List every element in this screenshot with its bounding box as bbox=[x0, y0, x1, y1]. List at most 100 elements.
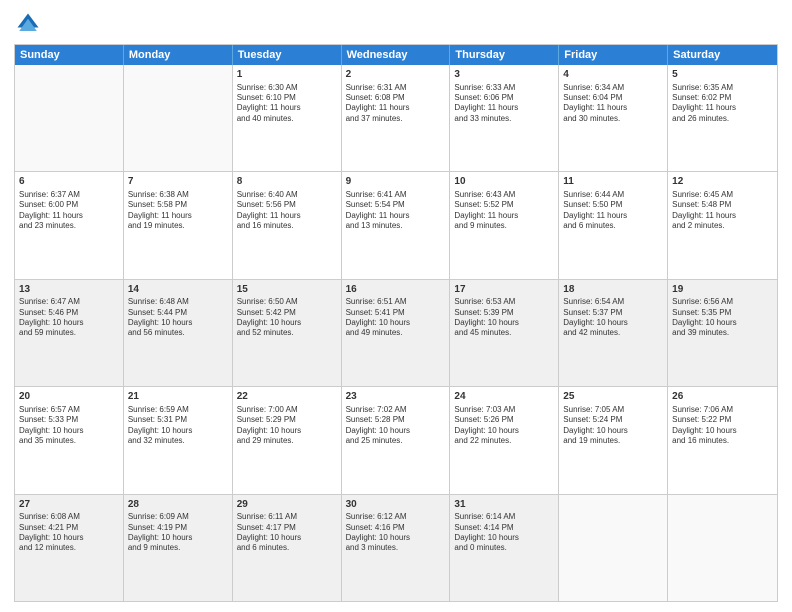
day-number: 31 bbox=[454, 498, 554, 512]
day-detail: Sunrise: 6:51 AM Sunset: 5:41 PM Dayligh… bbox=[346, 297, 446, 339]
day-number: 6 bbox=[19, 175, 119, 189]
day-number: 29 bbox=[237, 498, 337, 512]
calendar-cell-day-5: 5Sunrise: 6:35 AM Sunset: 6:02 PM Daylig… bbox=[668, 65, 777, 171]
day-number: 8 bbox=[237, 175, 337, 189]
calendar-cell-day-7: 7Sunrise: 6:38 AM Sunset: 5:58 PM Daylig… bbox=[124, 172, 233, 278]
day-number: 4 bbox=[563, 68, 663, 82]
day-number: 20 bbox=[19, 390, 119, 404]
day-detail: Sunrise: 6:33 AM Sunset: 6:06 PM Dayligh… bbox=[454, 83, 554, 125]
calendar-cell-day-14: 14Sunrise: 6:48 AM Sunset: 5:44 PM Dayli… bbox=[124, 280, 233, 386]
header-day-thursday: Thursday bbox=[450, 45, 559, 65]
day-detail: Sunrise: 6:44 AM Sunset: 5:50 PM Dayligh… bbox=[563, 190, 663, 232]
calendar-cell-day-3: 3Sunrise: 6:33 AM Sunset: 6:06 PM Daylig… bbox=[450, 65, 559, 171]
day-detail: Sunrise: 6:56 AM Sunset: 5:35 PM Dayligh… bbox=[672, 297, 773, 339]
day-detail: Sunrise: 7:00 AM Sunset: 5:29 PM Dayligh… bbox=[237, 405, 337, 447]
calendar-cell-day-19: 19Sunrise: 6:56 AM Sunset: 5:35 PM Dayli… bbox=[668, 280, 777, 386]
day-detail: Sunrise: 7:02 AM Sunset: 5:28 PM Dayligh… bbox=[346, 405, 446, 447]
day-detail: Sunrise: 6:47 AM Sunset: 5:46 PM Dayligh… bbox=[19, 297, 119, 339]
day-number: 26 bbox=[672, 390, 773, 404]
calendar-cell-day-15: 15Sunrise: 6:50 AM Sunset: 5:42 PM Dayli… bbox=[233, 280, 342, 386]
calendar-cell-day-17: 17Sunrise: 6:53 AM Sunset: 5:39 PM Dayli… bbox=[450, 280, 559, 386]
calendar-cell-day-29: 29Sunrise: 6:11 AM Sunset: 4:17 PM Dayli… bbox=[233, 495, 342, 601]
logo-icon bbox=[14, 10, 42, 38]
day-detail: Sunrise: 6:31 AM Sunset: 6:08 PM Dayligh… bbox=[346, 83, 446, 125]
calendar-row-1: 6Sunrise: 6:37 AM Sunset: 6:00 PM Daylig… bbox=[15, 171, 777, 278]
calendar-cell-empty bbox=[15, 65, 124, 171]
day-detail: Sunrise: 7:03 AM Sunset: 5:26 PM Dayligh… bbox=[454, 405, 554, 447]
day-detail: Sunrise: 6:53 AM Sunset: 5:39 PM Dayligh… bbox=[454, 297, 554, 339]
calendar-cell-day-16: 16Sunrise: 6:51 AM Sunset: 5:41 PM Dayli… bbox=[342, 280, 451, 386]
page: SundayMondayTuesdayWednesdayThursdayFrid… bbox=[0, 0, 792, 612]
calendar-cell-day-20: 20Sunrise: 6:57 AM Sunset: 5:33 PM Dayli… bbox=[15, 387, 124, 493]
day-number: 10 bbox=[454, 175, 554, 189]
calendar-cell-day-27: 27Sunrise: 6:08 AM Sunset: 4:21 PM Dayli… bbox=[15, 495, 124, 601]
day-number: 27 bbox=[19, 498, 119, 512]
calendar-row-2: 13Sunrise: 6:47 AM Sunset: 5:46 PM Dayli… bbox=[15, 279, 777, 386]
header-day-friday: Friday bbox=[559, 45, 668, 65]
day-detail: Sunrise: 6:37 AM Sunset: 6:00 PM Dayligh… bbox=[19, 190, 119, 232]
day-number: 15 bbox=[237, 283, 337, 297]
day-number: 13 bbox=[19, 283, 119, 297]
day-detail: Sunrise: 6:12 AM Sunset: 4:16 PM Dayligh… bbox=[346, 512, 446, 554]
day-number: 18 bbox=[563, 283, 663, 297]
day-number: 30 bbox=[346, 498, 446, 512]
day-number: 3 bbox=[454, 68, 554, 82]
calendar-cell-day-18: 18Sunrise: 6:54 AM Sunset: 5:37 PM Dayli… bbox=[559, 280, 668, 386]
day-number: 14 bbox=[128, 283, 228, 297]
day-detail: Sunrise: 6:41 AM Sunset: 5:54 PM Dayligh… bbox=[346, 190, 446, 232]
calendar-row-0: 1Sunrise: 6:30 AM Sunset: 6:10 PM Daylig… bbox=[15, 65, 777, 171]
calendar-cell-day-31: 31Sunrise: 6:14 AM Sunset: 4:14 PM Dayli… bbox=[450, 495, 559, 601]
day-detail: Sunrise: 6:59 AM Sunset: 5:31 PM Dayligh… bbox=[128, 405, 228, 447]
day-detail: Sunrise: 7:06 AM Sunset: 5:22 PM Dayligh… bbox=[672, 405, 773, 447]
day-detail: Sunrise: 6:45 AM Sunset: 5:48 PM Dayligh… bbox=[672, 190, 773, 232]
calendar-cell-empty bbox=[124, 65, 233, 171]
day-number: 11 bbox=[563, 175, 663, 189]
calendar-row-3: 20Sunrise: 6:57 AM Sunset: 5:33 PM Dayli… bbox=[15, 386, 777, 493]
day-detail: Sunrise: 6:48 AM Sunset: 5:44 PM Dayligh… bbox=[128, 297, 228, 339]
calendar-cell-day-11: 11Sunrise: 6:44 AM Sunset: 5:50 PM Dayli… bbox=[559, 172, 668, 278]
calendar-cell-day-6: 6Sunrise: 6:37 AM Sunset: 6:00 PM Daylig… bbox=[15, 172, 124, 278]
calendar-cell-day-23: 23Sunrise: 7:02 AM Sunset: 5:28 PM Dayli… bbox=[342, 387, 451, 493]
calendar-cell-day-24: 24Sunrise: 7:03 AM Sunset: 5:26 PM Dayli… bbox=[450, 387, 559, 493]
header-day-saturday: Saturday bbox=[668, 45, 777, 65]
day-number: 7 bbox=[128, 175, 228, 189]
calendar-cell-empty bbox=[559, 495, 668, 601]
calendar-cell-day-4: 4Sunrise: 6:34 AM Sunset: 6:04 PM Daylig… bbox=[559, 65, 668, 171]
calendar-cell-day-13: 13Sunrise: 6:47 AM Sunset: 5:46 PM Dayli… bbox=[15, 280, 124, 386]
day-number: 23 bbox=[346, 390, 446, 404]
day-number: 19 bbox=[672, 283, 773, 297]
day-detail: Sunrise: 6:34 AM Sunset: 6:04 PM Dayligh… bbox=[563, 83, 663, 125]
day-number: 21 bbox=[128, 390, 228, 404]
day-number: 24 bbox=[454, 390, 554, 404]
day-detail: Sunrise: 6:09 AM Sunset: 4:19 PM Dayligh… bbox=[128, 512, 228, 554]
day-detail: Sunrise: 6:14 AM Sunset: 4:14 PM Dayligh… bbox=[454, 512, 554, 554]
day-detail: Sunrise: 6:40 AM Sunset: 5:56 PM Dayligh… bbox=[237, 190, 337, 232]
day-detail: Sunrise: 6:54 AM Sunset: 5:37 PM Dayligh… bbox=[563, 297, 663, 339]
calendar-cell-day-12: 12Sunrise: 6:45 AM Sunset: 5:48 PM Dayli… bbox=[668, 172, 777, 278]
day-detail: Sunrise: 7:05 AM Sunset: 5:24 PM Dayligh… bbox=[563, 405, 663, 447]
calendar-cell-day-9: 9Sunrise: 6:41 AM Sunset: 5:54 PM Daylig… bbox=[342, 172, 451, 278]
day-number: 5 bbox=[672, 68, 773, 82]
calendar-cell-day-2: 2Sunrise: 6:31 AM Sunset: 6:08 PM Daylig… bbox=[342, 65, 451, 171]
day-number: 2 bbox=[346, 68, 446, 82]
calendar-cell-day-26: 26Sunrise: 7:06 AM Sunset: 5:22 PM Dayli… bbox=[668, 387, 777, 493]
calendar-cell-day-8: 8Sunrise: 6:40 AM Sunset: 5:56 PM Daylig… bbox=[233, 172, 342, 278]
day-detail: Sunrise: 6:57 AM Sunset: 5:33 PM Dayligh… bbox=[19, 405, 119, 447]
calendar-header: SundayMondayTuesdayWednesdayThursdayFrid… bbox=[15, 45, 777, 65]
day-detail: Sunrise: 6:11 AM Sunset: 4:17 PM Dayligh… bbox=[237, 512, 337, 554]
header-day-monday: Monday bbox=[124, 45, 233, 65]
calendar-row-4: 27Sunrise: 6:08 AM Sunset: 4:21 PM Dayli… bbox=[15, 494, 777, 601]
header bbox=[14, 10, 778, 38]
logo bbox=[14, 10, 46, 38]
day-number: 16 bbox=[346, 283, 446, 297]
header-day-tuesday: Tuesday bbox=[233, 45, 342, 65]
day-number: 25 bbox=[563, 390, 663, 404]
day-detail: Sunrise: 6:50 AM Sunset: 5:42 PM Dayligh… bbox=[237, 297, 337, 339]
day-number: 22 bbox=[237, 390, 337, 404]
calendar-cell-empty bbox=[668, 495, 777, 601]
header-day-sunday: Sunday bbox=[15, 45, 124, 65]
calendar-cell-day-28: 28Sunrise: 6:09 AM Sunset: 4:19 PM Dayli… bbox=[124, 495, 233, 601]
day-detail: Sunrise: 6:35 AM Sunset: 6:02 PM Dayligh… bbox=[672, 83, 773, 125]
day-number: 12 bbox=[672, 175, 773, 189]
calendar-cell-day-21: 21Sunrise: 6:59 AM Sunset: 5:31 PM Dayli… bbox=[124, 387, 233, 493]
